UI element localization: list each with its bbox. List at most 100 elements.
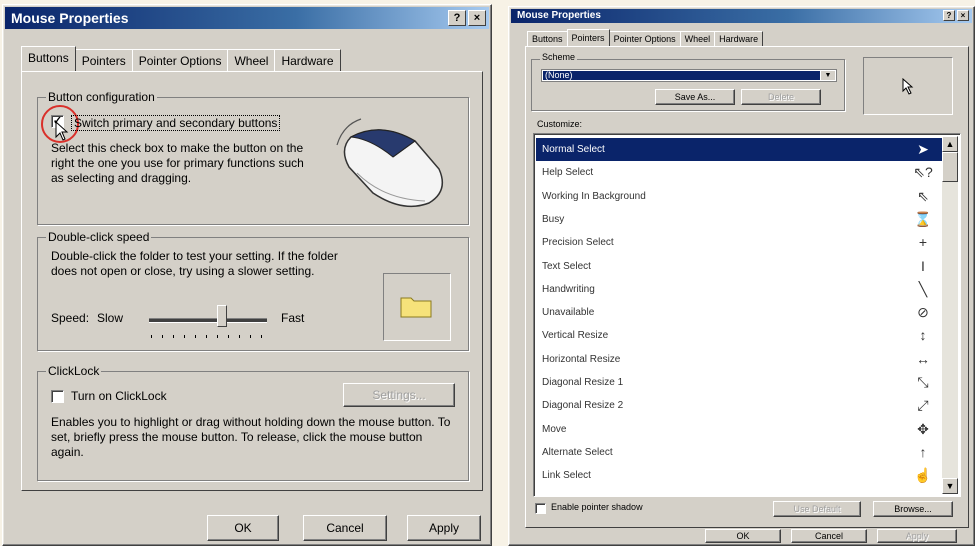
ok-button[interactable]: OK: [705, 529, 781, 543]
speed-slider-track[interactable]: [149, 318, 267, 323]
pointer-row[interactable]: Help Select ⇖?: [536, 161, 942, 184]
scroll-thumb[interactable]: [942, 152, 958, 182]
speed-slider-thumb[interactable]: [217, 305, 228, 327]
pointer-shadow-label[interactable]: Enable pointer shadow: [551, 502, 643, 512]
vertical-resize-cursor-icon: ↕: [919, 327, 927, 344]
diagonal-resize-2-cursor-icon: ⤢: [917, 397, 929, 414]
pointer-row[interactable]: Horizontal Resize ↔: [536, 348, 942, 371]
pointer-row[interactable]: Unavailable ⊘: [536, 301, 942, 324]
horizontal-resize-cursor-icon: ↔: [916, 350, 930, 367]
pointer-name: Horizontal Resize: [542, 353, 621, 365]
use-default-button[interactable]: Use Default: [773, 501, 861, 517]
close-icon[interactable]: ×: [468, 10, 486, 26]
fast-label: Fast: [281, 311, 305, 325]
pointer-row[interactable]: Handwriting ╲: [536, 278, 942, 301]
tab-wheel[interactable]: Wheel: [227, 49, 276, 71]
clicklock-checkbox[interactable]: [51, 390, 64, 403]
pointer-name: Link Select: [542, 470, 591, 482]
apply-button[interactable]: Apply: [877, 529, 957, 543]
pointer-name: Handwriting: [542, 283, 595, 295]
pointer-row[interactable]: Diagonal Resize 1 ⤡: [536, 371, 942, 394]
close-icon[interactable]: ×: [957, 10, 969, 21]
pointer-name: Unavailable: [542, 307, 595, 319]
button-config-description: Select this check box to make the button…: [51, 141, 304, 185]
tab-pointers[interactable]: Pointers: [74, 49, 133, 71]
pointer-name: Move: [542, 423, 567, 435]
pointer-row[interactable]: Link Select ☝: [536, 464, 942, 487]
tab-pointers[interactable]: Pointers: [566, 29, 610, 46]
tab-hardware[interactable]: Hardware: [274, 49, 341, 71]
delete-button[interactable]: Delete: [741, 89, 821, 105]
help-icon[interactable]: ?: [943, 10, 955, 21]
help-icon[interactable]: ?: [448, 10, 466, 26]
pointer-row[interactable]: Alternate Select ↑: [536, 441, 942, 464]
folder-icon[interactable]: [399, 293, 433, 319]
pointer-name: Text Select: [542, 260, 591, 272]
mouse-properties-dialog-buttons: Mouse Properties ? × Buttons Pointers Po…: [2, 4, 492, 546]
slider-ticks: [151, 335, 265, 338]
no-cursor-icon: ⊘: [917, 304, 929, 321]
tab-hardware[interactable]: Hardware: [714, 31, 764, 46]
clicklock-settings-button[interactable]: Settings...: [343, 383, 455, 407]
up-arrow-cursor-icon: ↑: [919, 443, 927, 460]
pointer-name: Help Select: [542, 167, 594, 179]
tab-buttons[interactable]: Buttons: [21, 46, 76, 71]
pointer-row[interactable]: Busy ⌛: [536, 208, 942, 231]
pointer-name: Working In Background: [542, 190, 646, 202]
diagonal-resize-1-cursor-icon: ⤡: [917, 374, 929, 390]
clicklock-description: Enables you to highlight or drag without…: [51, 415, 451, 459]
title-bar[interactable]: Mouse Properties ? ×: [511, 9, 972, 23]
window-title: Mouse Properties: [11, 10, 129, 26]
cancel-button[interactable]: Cancel: [791, 529, 867, 543]
tab-pointer-options[interactable]: Pointer Options: [608, 31, 681, 46]
tab-buttons[interactable]: Buttons: [527, 31, 568, 46]
apply-button[interactable]: Apply: [407, 515, 481, 541]
pointer-name: Precision Select: [542, 237, 614, 249]
browse-button[interactable]: Browse...: [873, 501, 953, 517]
pointer-icon: [55, 121, 69, 141]
scheme-dropdown[interactable]: (None) ▼: [541, 69, 837, 82]
pointer-shadow-checkbox[interactable]: [535, 503, 546, 514]
group-title: ClickLock: [46, 364, 102, 378]
pointer-name: Diagonal Resize 2: [542, 400, 624, 412]
pointer-row[interactable]: Working In Background ⇖⌛: [536, 185, 942, 227]
pointer-name: Diagonal Resize 1: [542, 377, 624, 388]
cancel-button[interactable]: Cancel: [303, 515, 387, 541]
pointer-list[interactable]: ▲ ▼ Normal Select ➤ Help Select ⇖? Working I…: [533, 133, 961, 497]
hourglass-cursor-icon: ⌛: [914, 210, 932, 227]
title-bar[interactable]: Mouse Properties ? ×: [5, 7, 489, 29]
pointer-name: Alternate Select: [542, 446, 613, 458]
ok-button[interactable]: OK: [207, 515, 279, 541]
chevron-down-icon[interactable]: ▼: [821, 71, 835, 80]
scheme-value: (None): [543, 71, 820, 80]
scroll-down-icon[interactable]: ▼: [942, 478, 958, 494]
list-scrollbar[interactable]: ▲ ▼: [942, 136, 958, 494]
pointer-name: Vertical Resize: [542, 330, 609, 342]
pen-cursor-icon: ╲: [918, 280, 928, 297]
pointer-preview-box: [863, 57, 953, 115]
customize-label: Customize:: [537, 119, 583, 129]
pointer-row[interactable]: Text Select I: [536, 255, 942, 278]
group-title: Button configuration: [46, 90, 157, 104]
pointer-row[interactable]: Vertical Resize ↕: [536, 324, 942, 347]
tab-wheel[interactable]: Wheel: [679, 31, 716, 46]
arrow-cursor-icon: ➤: [917, 141, 929, 157]
pointer-row[interactable]: Precision Select +: [536, 231, 942, 254]
window-title: Mouse Properties: [517, 10, 601, 21]
pointer-row[interactable]: Diagonal Resize 2 ⤢: [536, 394, 942, 417]
arrow-cursor-preview-icon: [902, 78, 914, 95]
save-as-button[interactable]: Save As...: [655, 89, 735, 105]
pointer-row[interactable]: Normal Select ➤: [536, 138, 942, 161]
scroll-up-icon[interactable]: ▲: [942, 136, 958, 152]
switch-buttons-label[interactable]: Switch primary and secondary buttons: [71, 115, 281, 131]
crosshair-cursor-icon: +: [918, 234, 928, 251]
move-cursor-icon: ✥: [917, 420, 929, 437]
clicklock-label[interactable]: Turn on ClickLock: [71, 389, 167, 403]
scheme-label: Scheme: [540, 52, 578, 62]
hand-cursor-icon: ☝: [914, 467, 932, 484]
ibeam-cursor-icon: I: [921, 257, 925, 274]
group-title: Double-click speed: [46, 230, 152, 244]
pointer-row[interactable]: Move ✥: [536, 418, 942, 441]
speed-label: Speed:: [51, 311, 90, 325]
tab-pointer-options[interactable]: Pointer Options: [131, 49, 229, 71]
